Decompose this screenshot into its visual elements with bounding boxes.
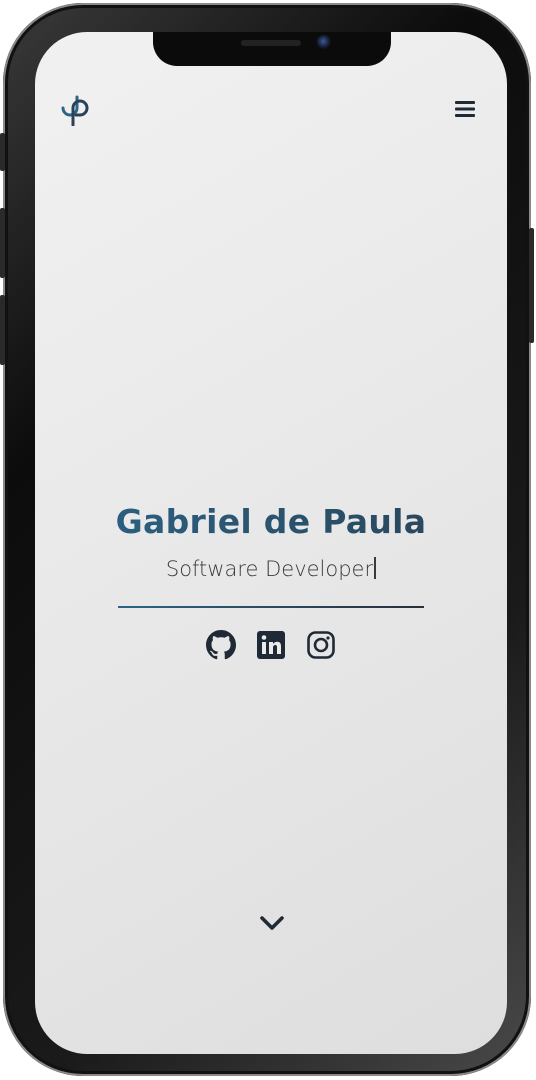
phone-silent-switch (0, 133, 5, 171)
github-icon[interactable] (206, 630, 236, 660)
phone-frame: Gabriel de Paula Software Developer (0, 3, 534, 1076)
hamburger-menu-icon[interactable] (453, 98, 477, 120)
linkedin-icon[interactable] (256, 630, 286, 660)
notch-camera (317, 35, 331, 49)
hero-name: Gabriel de Paula (35, 492, 507, 552)
hero-section: Gabriel de Paula Software Developer (35, 492, 507, 660)
typing-cursor (374, 557, 377, 579)
hero-divider (118, 606, 424, 608)
social-links (35, 630, 507, 660)
phone-notch (153, 32, 391, 66)
phone-volume-up (0, 208, 5, 278)
hero-role: Software Developer (35, 554, 507, 584)
phone-volume-down (0, 295, 5, 365)
hero-role-text: Software Developer (165, 557, 374, 581)
notch-speaker (241, 40, 301, 46)
chevron-down-icon[interactable] (259, 914, 285, 932)
instagram-icon[interactable] (306, 630, 336, 660)
dp-monogram-logo[interactable] (60, 94, 90, 126)
phone-screen: Gabriel de Paula Software Developer (35, 32, 507, 1054)
phone-power-button (529, 228, 534, 343)
